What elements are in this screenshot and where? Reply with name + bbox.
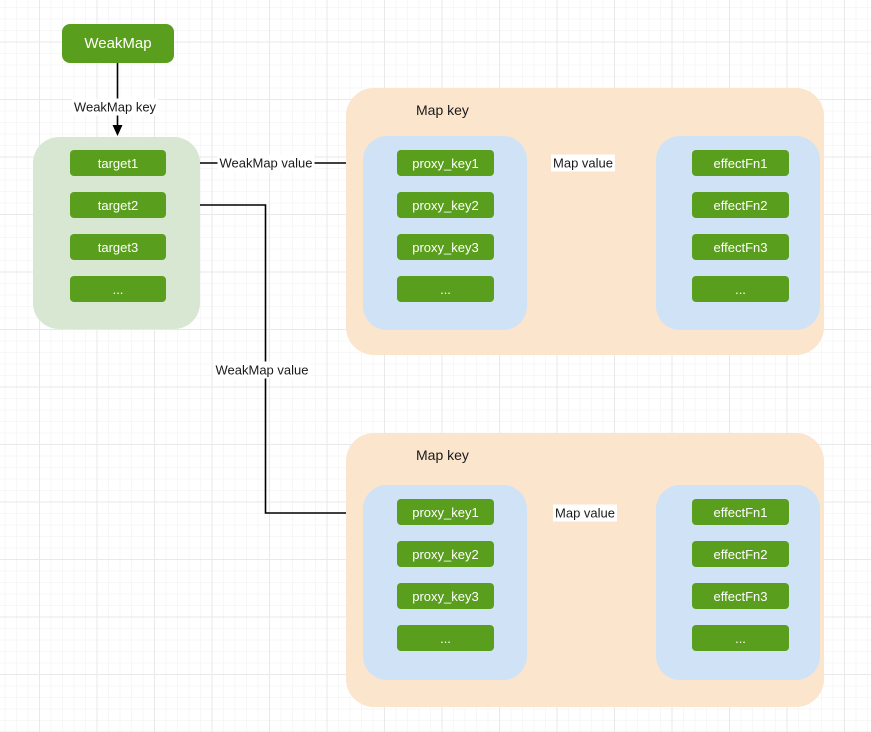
edge-label-map-value-bottom[interactable]: Map value — [553, 504, 617, 522]
edge-label-map-value-top[interactable]: Map value — [551, 154, 615, 172]
proxy-key-node-3[interactable]: proxy_key3 — [397, 583, 494, 609]
effect-fn-node-2[interactable]: effectFn2 — [692, 192, 789, 218]
effect-fn-node-1[interactable]: effectFn1 — [692, 499, 789, 525]
edge-label-weakmap-key[interactable]: WeakMap key — [71, 98, 159, 116]
weakmap-node[interactable]: WeakMap — [62, 24, 174, 63]
effect-fn-node-3[interactable]: effectFn3 — [692, 234, 789, 260]
proxy-key-group-bottom[interactable]: proxy_key1 proxy_key2 proxy_key3 ... — [363, 485, 527, 680]
effect-fn-group-bottom[interactable]: effectFn1 effectFn2 effectFn3 ... — [656, 485, 820, 680]
target-group-container[interactable]: target1 target2 target3 ... — [33, 137, 200, 329]
proxy-key-node-3[interactable]: proxy_key3 — [397, 234, 494, 260]
map-key-title-bottom: Map key — [416, 447, 469, 463]
map-key-title-top: Map key — [416, 102, 469, 118]
proxy-key-group-top[interactable]: proxy_key1 proxy_key2 proxy_key3 ... — [363, 136, 527, 330]
effect-fn-node-2[interactable]: effectFn2 — [692, 541, 789, 567]
target-node-2[interactable]: target2 — [70, 192, 166, 218]
proxy-key-node-1[interactable]: proxy_key1 — [397, 499, 494, 525]
proxy-key-node-1[interactable]: proxy_key1 — [397, 150, 494, 176]
effect-fn-node-ellipsis[interactable]: ... — [692, 276, 789, 302]
effect-fn-node-ellipsis[interactable]: ... — [692, 625, 789, 651]
effect-fn-group-top[interactable]: effectFn1 effectFn2 effectFn3 ... — [656, 136, 820, 330]
diagram-canvas: WeakMap target1 target2 target3 ... Map … — [0, 0, 871, 732]
map-container-bottom[interactable]: Map key proxy_key1 proxy_key2 proxy_key3… — [346, 433, 824, 707]
proxy-key-node-2[interactable]: proxy_key2 — [397, 192, 494, 218]
proxy-key-node-ellipsis[interactable]: ... — [397, 276, 494, 302]
effect-fn-node-3[interactable]: effectFn3 — [692, 583, 789, 609]
proxy-key-node-ellipsis[interactable]: ... — [397, 625, 494, 651]
edge-label-weakmap-value-top[interactable]: WeakMap value — [217, 154, 315, 172]
edge-label-weakmap-value-bottom[interactable]: WeakMap value — [213, 361, 311, 379]
effect-fn-node-1[interactable]: effectFn1 — [692, 150, 789, 176]
target-node-3[interactable]: target3 — [70, 234, 166, 260]
target-node-ellipsis[interactable]: ... — [70, 276, 166, 302]
target-node-1[interactable]: target1 — [70, 150, 166, 176]
proxy-key-node-2[interactable]: proxy_key2 — [397, 541, 494, 567]
map-container-top[interactable]: Map key proxy_key1 proxy_key2 proxy_key3… — [346, 88, 824, 355]
